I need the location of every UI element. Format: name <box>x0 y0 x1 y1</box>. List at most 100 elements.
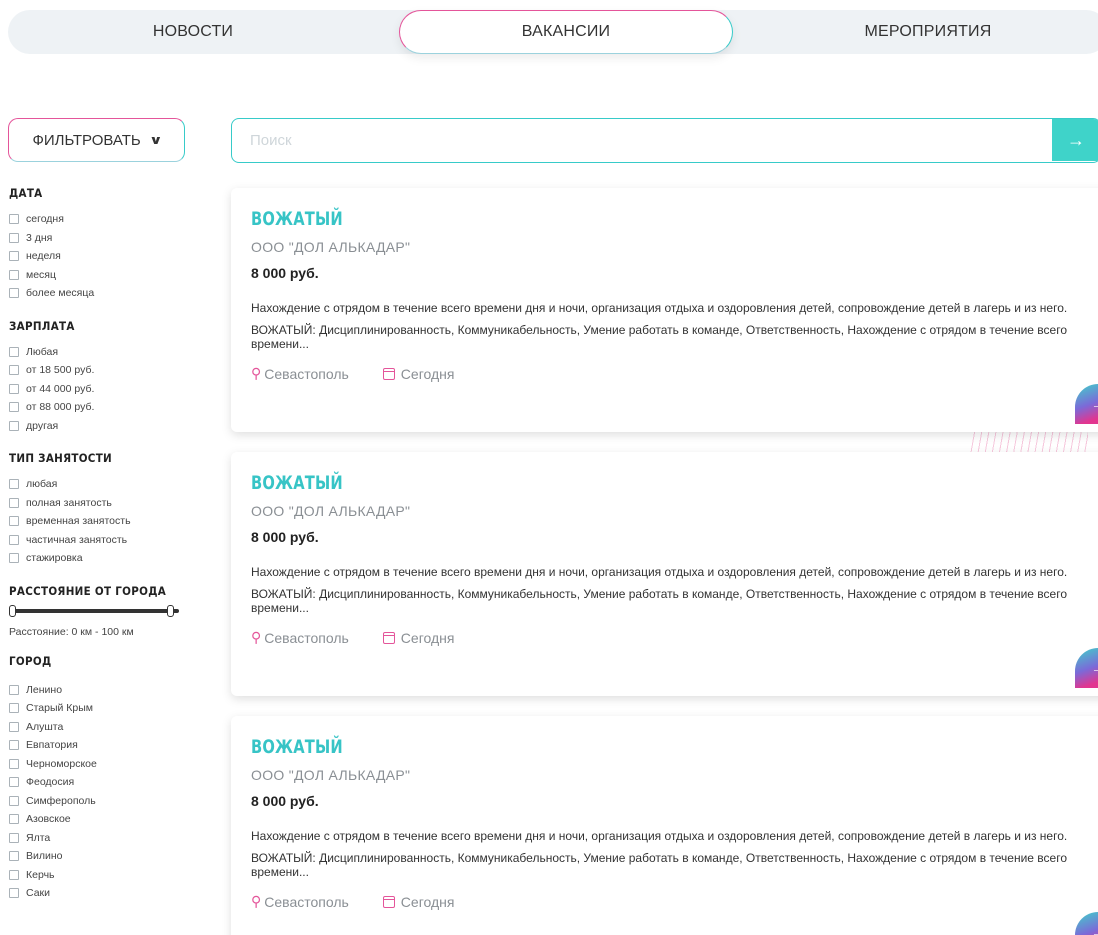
filter-option[interactable]: Евпатория <box>9 736 209 755</box>
vacancy-company: ООО "ДОЛ АЛЬКАДАР" <box>251 767 411 783</box>
filter-option[interactable]: стажировка <box>9 549 209 568</box>
vacancy-card: ВОЖАТЫЙ ООО "ДОЛ АЛЬКАДАР" 8 000 руб. На… <box>231 452 1098 696</box>
chevron-down-icon: ∨ <box>148 133 163 147</box>
filter-group-salary: ЗАРПЛАТА Любая от 18 500 руб. от 44 000 … <box>9 319 209 436</box>
vacancy-description: Нахождение с отрядом в течение всего вре… <box>251 565 1068 579</box>
vacancy-title[interactable]: ВОЖАТЫЙ <box>251 736 343 758</box>
filter-option[interactable]: частичная занятость <box>9 531 209 550</box>
filter-group-title: РАССТОЯНИЕ ОТ ГОРОДА <box>9 583 167 598</box>
filter-option[interactable]: от 44 000 руб. <box>9 380 209 399</box>
tab-events[interactable]: МЕРОПРИЯТИЯ <box>748 10 1098 54</box>
checkbox[interactable] <box>9 346 19 357</box>
checkbox[interactable] <box>9 232 19 243</box>
open-vacancy-button[interactable]: → <box>1075 648 1098 688</box>
filter-group-title: ДАТА <box>9 186 43 200</box>
vacancy-title[interactable]: ВОЖАТЫЙ <box>251 208 343 230</box>
filter-option[interactable]: Симферополь <box>9 792 209 811</box>
filter-option[interactable]: временная занятость <box>9 512 209 531</box>
vacancy-requirements: ВОЖАТЫЙ: Дисциплинированность, Коммуника… <box>251 323 1067 351</box>
filter-option[interactable]: Алушта <box>9 718 209 737</box>
filter-option[interactable]: от 88 000 руб. <box>9 398 209 417</box>
checkbox[interactable] <box>9 740 19 751</box>
filter-option[interactable]: сегодня <box>9 210 209 229</box>
checkbox[interactable] <box>9 758 19 769</box>
vacancy-date: Сегодня <box>382 365 454 382</box>
filter-option[interactable]: Ялта <box>9 829 209 848</box>
checkbox[interactable] <box>9 721 19 732</box>
distance-label: Расстояние: 0 км - 100 км <box>9 625 134 638</box>
checkbox[interactable] <box>9 703 19 714</box>
checkbox[interactable] <box>9 869 19 880</box>
vacancy-meta: ⚲ Севастополь Сегодня <box>251 365 1098 382</box>
vacancy-company: ООО "ДОЛ АЛЬКАДАР" <box>251 503 411 519</box>
open-vacancy-button[interactable]: → <box>1075 384 1098 424</box>
filter-option[interactable]: любая <box>9 475 209 494</box>
filter-group-distance: РАССТОЯНИЕ ОТ ГОРОДА Расстояние: 0 км - … <box>9 584 209 638</box>
filter-option[interactable]: Саки <box>9 884 209 903</box>
checkbox[interactable] <box>9 795 19 806</box>
filter-button[interactable]: ФИЛЬТРОВАТЬ ∨ <box>8 118 185 162</box>
open-vacancy-button[interactable]: → <box>1075 912 1098 935</box>
checkbox[interactable] <box>9 777 19 788</box>
search-bar: → <box>231 118 1098 163</box>
checkbox[interactable] <box>9 420 19 431</box>
arrow-right-icon: → <box>1091 660 1098 676</box>
filter-option[interactable]: 3 дня <box>9 229 209 248</box>
arrow-right-icon: → <box>1091 396 1098 412</box>
checkbox[interactable] <box>9 497 19 508</box>
filter-option[interactable]: неделя <box>9 247 209 266</box>
checkbox[interactable] <box>9 814 19 825</box>
filter-option[interactable]: Феодосия <box>9 773 209 792</box>
checkbox[interactable] <box>9 553 19 564</box>
filter-group-city: ГОРОД Ленино Старый Крым Алушта Евпатори… <box>9 654 209 903</box>
checkbox[interactable] <box>9 214 19 225</box>
vacancy-card: ВОЖАТЫЙ ООО "ДОЛ АЛЬКАДАР" 8 000 руб. На… <box>231 188 1098 432</box>
filter-option[interactable]: Черноморское <box>9 755 209 774</box>
filter-option[interactable]: Старый Крым <box>9 699 209 718</box>
checkbox[interactable] <box>9 832 19 843</box>
filter-option[interactable]: другая <box>9 417 209 436</box>
checkbox[interactable] <box>9 534 19 545</box>
filter-option[interactable]: от 18 500 руб. <box>9 361 209 380</box>
filter-option[interactable]: более месяца <box>9 284 209 303</box>
checkbox[interactable] <box>9 251 19 262</box>
filter-option[interactable]: Любая <box>9 343 209 362</box>
vacancy-title[interactable]: ВОЖАТЫЙ <box>251 472 343 494</box>
vacancy-description: Нахождение с отрядом в течение всего вре… <box>251 829 1068 843</box>
filter-option[interactable]: Ленино <box>9 681 209 700</box>
checkbox[interactable] <box>9 269 19 280</box>
calendar-icon <box>382 367 395 380</box>
vacancy-requirements: ВОЖАТЫЙ: Дисциплинированность, Коммуника… <box>251 851 1067 879</box>
filter-option[interactable]: Азовское <box>9 810 209 829</box>
slider-handle-max[interactable] <box>167 604 174 617</box>
distance-range-slider[interactable] <box>9 604 181 618</box>
calendar-icon <box>382 895 395 908</box>
checkbox[interactable] <box>9 888 19 899</box>
checkbox[interactable] <box>9 402 19 413</box>
vacancy-salary: 8 000 руб. <box>251 265 319 281</box>
filter-option[interactable]: Керчь <box>9 866 209 885</box>
checkbox[interactable] <box>9 684 19 695</box>
filter-sidebar: ДАТА сегодня 3 дня неделя месяц более ме… <box>9 186 209 919</box>
checkbox[interactable] <box>9 479 19 490</box>
tab-news[interactable]: НОВОСТИ <box>8 10 378 54</box>
filter-option[interactable]: полная занятость <box>9 494 209 513</box>
filter-group-date: ДАТА сегодня 3 дня неделя месяц более ме… <box>9 186 209 303</box>
vacancy-salary: 8 000 руб. <box>251 793 319 809</box>
page: НОВОСТИ ВАКАНСИИ МЕРОПРИЯТИЯ ФИЛЬТРОВАТЬ… <box>0 0 1098 935</box>
search-input[interactable] <box>232 119 1052 161</box>
checkbox[interactable] <box>9 288 19 299</box>
search-submit-button[interactable]: → <box>1052 119 1098 161</box>
tab-vacancies[interactable]: ВАКАНСИИ <box>399 10 733 54</box>
location-pin-icon: ⚲ <box>251 893 262 909</box>
checkbox[interactable] <box>9 383 19 394</box>
vacancy-meta: ⚲ Севастополь Сегодня <box>251 629 1098 646</box>
checkbox[interactable] <box>9 851 19 862</box>
calendar-icon <box>382 631 395 644</box>
vacancy-description: Нахождение с отрядом в течение всего вре… <box>251 301 1068 315</box>
checkbox[interactable] <box>9 516 19 527</box>
filter-option[interactable]: Вилино <box>9 847 209 866</box>
filter-option[interactable]: месяц <box>9 266 209 285</box>
checkbox[interactable] <box>9 365 19 376</box>
slider-handle-min[interactable] <box>9 604 16 617</box>
